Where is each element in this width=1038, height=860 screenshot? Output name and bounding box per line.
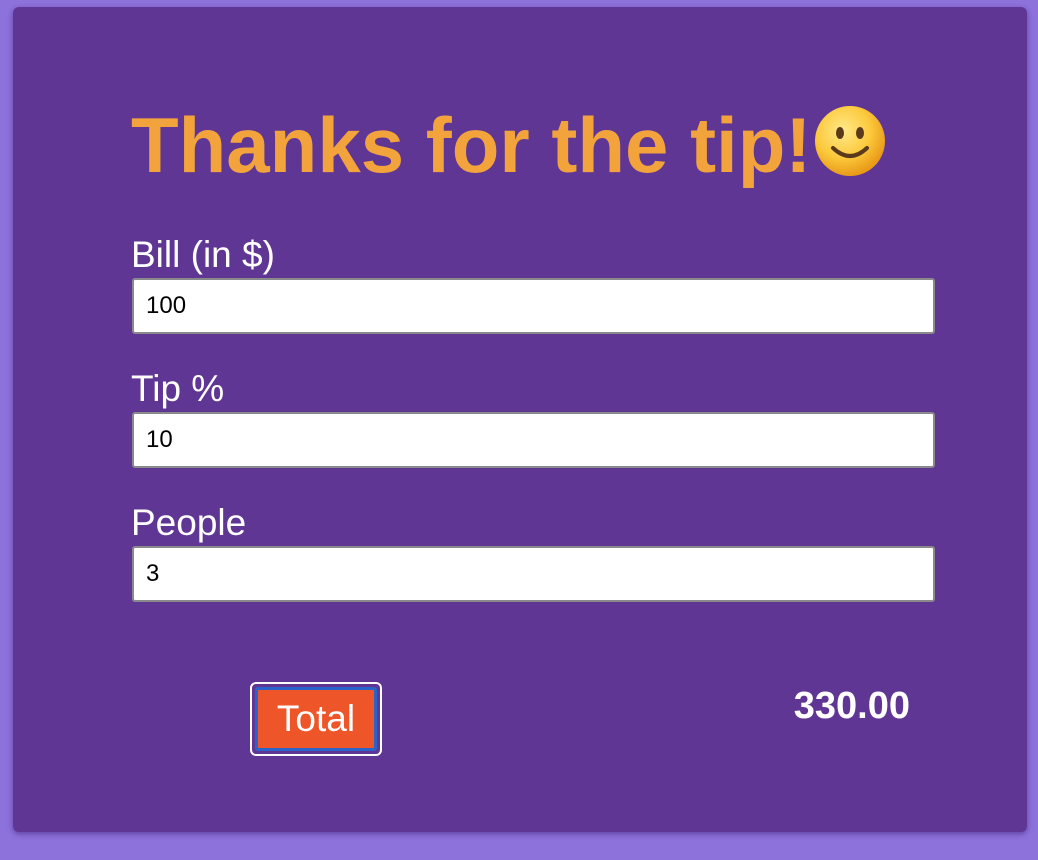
total-result: 330.00 bbox=[793, 685, 910, 727]
slightly-smiling-face-icon bbox=[813, 104, 887, 178]
page-title-text: Thanks for the tip! bbox=[131, 101, 812, 189]
people-input[interactable] bbox=[132, 546, 935, 602]
people-label: People bbox=[131, 502, 247, 543]
bill-input[interactable] bbox=[132, 278, 935, 334]
tip-percent-input[interactable] bbox=[132, 412, 935, 468]
page-title: Thanks for the tip! bbox=[131, 99, 887, 191]
tip-percent-label: Tip % bbox=[131, 368, 225, 409]
total-button[interactable]: Total bbox=[255, 687, 377, 751]
tip-calculator-card: Thanks for the tip! Bill (in $) Tip % Pe… bbox=[13, 7, 1027, 832]
bill-label: Bill (in $) bbox=[131, 234, 275, 275]
